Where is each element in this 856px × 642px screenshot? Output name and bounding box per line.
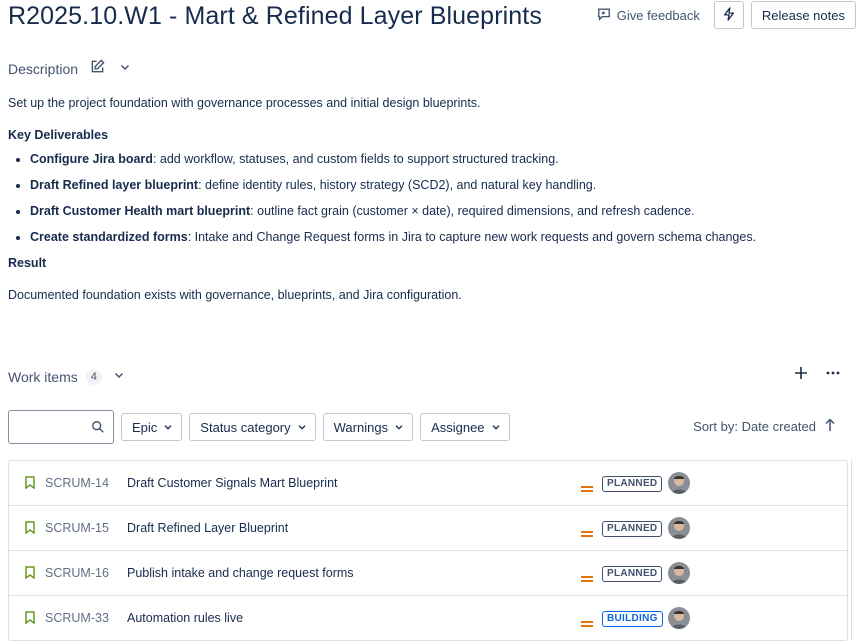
lightning-bolt-icon [722, 6, 736, 24]
description-header: Description [8, 59, 134, 79]
work-item-key[interactable]: SCRUM-14 [45, 476, 109, 490]
list-item: Draft Refined layer blueprint: define id… [30, 176, 848, 194]
list-item: Configure Jira board: add workflow, stat… [30, 150, 848, 168]
chevron-down-icon [119, 60, 131, 78]
deliverable-title: Draft Customer Health mart blueprint [30, 204, 251, 218]
filter-label: Warnings [333, 419, 389, 435]
release-page: R2025.10.W1 - Mart & Refined Layer Bluep… [0, 0, 856, 642]
sort-control[interactable]: Sort by: Date created [693, 418, 836, 435]
bookmark-icon [25, 611, 35, 629]
bookmark-icon [25, 566, 35, 584]
search-field [8, 410, 114, 444]
sort-label: Sort by: Date created [693, 419, 816, 434]
deliverables-list: Configure Jira board: add workflow, stat… [8, 150, 848, 246]
avatar[interactable] [668, 607, 690, 629]
search-input[interactable] [15, 412, 95, 444]
equals-priority-icon [581, 570, 593, 588]
deliverables-heading: Key Deliverables [8, 128, 109, 142]
edit-description-button[interactable] [88, 59, 106, 79]
work-item-summary[interactable]: Draft Customer Signals Mart Blueprint [127, 476, 338, 490]
chevron-down-icon [394, 420, 404, 435]
filter-label: Status category [200, 419, 291, 435]
result-heading: Result [8, 256, 47, 270]
chevron-down-icon [491, 420, 501, 435]
work-items-actions [792, 366, 842, 384]
bookmark-icon [25, 476, 35, 494]
work-items-list: SCRUM-14 Draft Customer Signals Mart Blu… [8, 460, 848, 641]
deliverable-text: : outline fact grain (customer × date), … [250, 204, 695, 218]
list-item: Draft Customer Health mart blueprint: ou… [30, 202, 848, 220]
filter-bar: Epic Status category Warnings Assignee [8, 410, 510, 444]
table-row[interactable]: SCRUM-16 Publish intake and change reque… [9, 551, 847, 596]
table-row[interactable]: SCRUM-14 Draft Customer Signals Mart Blu… [9, 461, 847, 506]
panel-edge [851, 460, 856, 640]
speech-bubble-icon [597, 7, 611, 24]
work-items-header: Work items 4 [8, 368, 128, 386]
status-badge[interactable]: PLANNED [602, 566, 663, 582]
release-notes-button[interactable]: Release notes [750, 1, 856, 29]
bookmark-icon [25, 521, 35, 539]
page-title: R2025.10.W1 - Mart & Refined Layer Bluep… [8, 2, 542, 30]
description-options-button[interactable] [116, 60, 134, 78]
filter-label: Assignee [431, 419, 485, 435]
status-badge[interactable]: PLANNED [602, 476, 663, 492]
filter-label: Epic [132, 419, 158, 435]
table-row[interactable]: SCRUM-15 Draft Refined Layer Blueprint P… [9, 506, 847, 551]
filter-epic[interactable]: Epic [121, 413, 183, 441]
plus-icon [793, 365, 809, 386]
avatar[interactable] [668, 562, 690, 584]
work-item-summary[interactable]: Automation rules live [127, 611, 243, 625]
avatar[interactable] [668, 517, 690, 539]
description-label: Description [8, 61, 79, 77]
work-item-key[interactable]: SCRUM-15 [45, 521, 109, 535]
filter-assignee[interactable]: Assignee [420, 413, 510, 441]
filter-status-category[interactable]: Status category [189, 413, 316, 441]
deliverable-title: Create standardized forms [30, 230, 188, 244]
work-item-key[interactable]: SCRUM-33 [45, 611, 109, 625]
status-badge[interactable]: BUILDING [602, 611, 663, 627]
deliverable-text: : add workflow, statuses, and custom fie… [152, 152, 559, 166]
deliverable-title: Configure Jira board [30, 152, 153, 166]
work-items-count-badge: 4 [85, 369, 102, 385]
add-work-item-button[interactable] [792, 366, 810, 384]
deliverable-text: : define identity rules, history strateg… [198, 178, 597, 192]
status-badge[interactable]: PLANNED [602, 521, 663, 537]
pencil-square-icon [90, 59, 105, 79]
deliverable-text: : Intake and Change Request forms in Jir… [187, 230, 757, 244]
description-body: Set up the project foundation with gover… [8, 94, 848, 304]
equals-priority-icon [581, 480, 593, 498]
table-row[interactable]: SCRUM-33 Automation rules live BUILDING [9, 596, 847, 640]
automation-button[interactable] [713, 1, 744, 29]
ellipsis-icon [825, 365, 841, 386]
work-item-summary[interactable]: Draft Refined Layer Blueprint [127, 521, 288, 535]
equals-priority-icon [581, 615, 593, 633]
chevron-down-icon [297, 420, 307, 435]
work-items-label: Work items [8, 369, 78, 385]
list-item: Create standardized forms: Intake and Ch… [30, 228, 848, 246]
more-actions-button[interactable] [824, 366, 842, 384]
give-feedback-button[interactable]: Give feedback [597, 1, 710, 29]
header-actions: Give feedback Release notes [597, 0, 856, 30]
chevron-down-icon [113, 368, 125, 386]
equals-priority-icon [581, 525, 593, 543]
deliverable-title: Draft Refined layer blueprint [30, 178, 199, 192]
filter-warnings[interactable]: Warnings [322, 413, 414, 441]
work-item-summary[interactable]: Publish intake and change request forms [127, 566, 354, 580]
work-items-collapse-button[interactable] [110, 368, 128, 386]
description-intro: Set up the project foundation with gover… [8, 96, 481, 110]
give-feedback-label: Give feedback [616, 7, 700, 23]
result-text: Documented foundation exists with govern… [8, 288, 462, 302]
arrow-up-icon [824, 418, 836, 435]
avatar[interactable] [668, 472, 690, 494]
chevron-down-icon [163, 420, 173, 435]
work-item-key[interactable]: SCRUM-16 [45, 566, 109, 580]
